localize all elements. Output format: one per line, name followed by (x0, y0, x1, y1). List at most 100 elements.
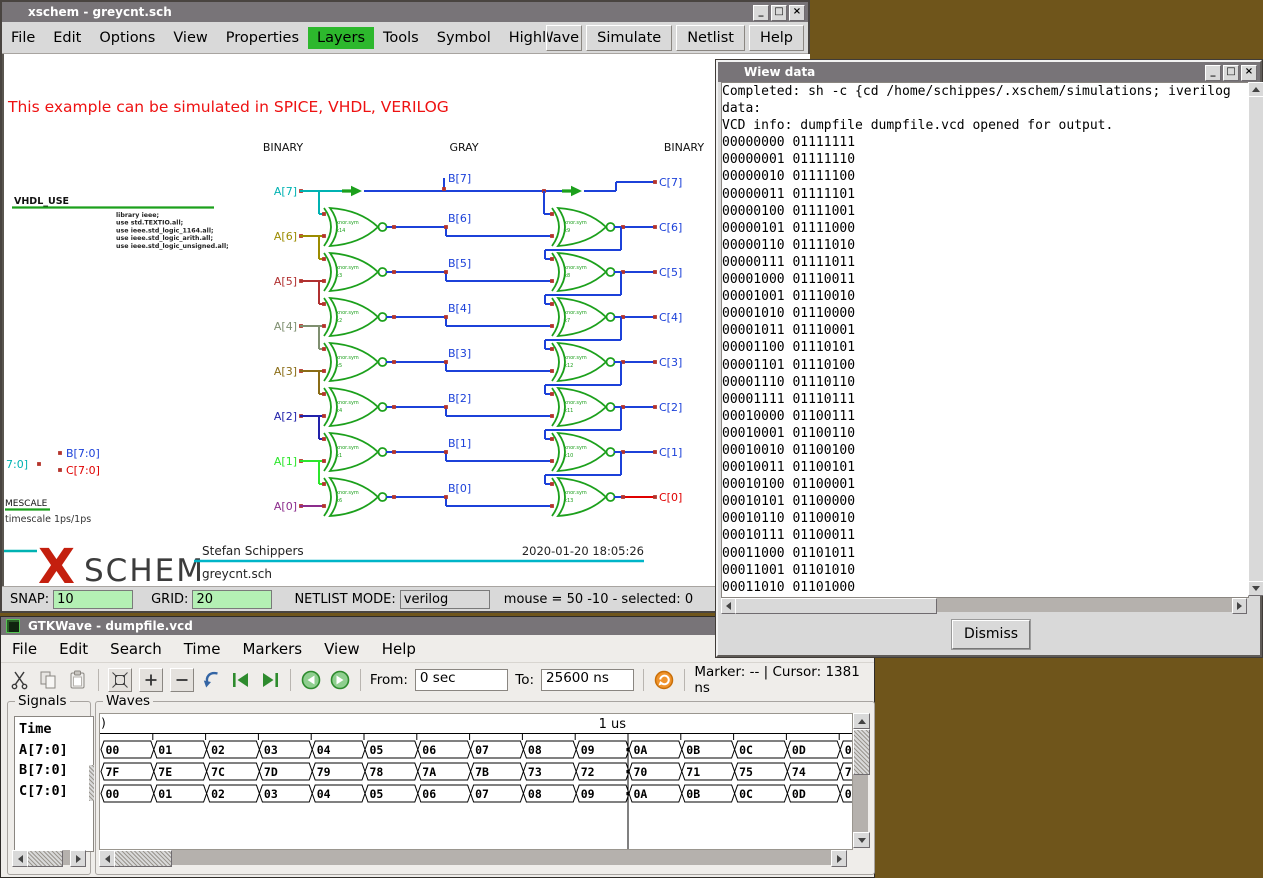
menu-item-symbol[interactable]: Symbol (428, 27, 500, 49)
wave-canvas[interactable]: )1 us000102030405060708090A0B0C0D0E7F7E7… (99, 713, 853, 850)
toolbar-separator (360, 669, 361, 691)
svg-text:x5: x5 (336, 363, 342, 369)
zoom-fit-icon[interactable] (108, 668, 132, 692)
signals-hscroll-thumb[interactable] (27, 850, 63, 867)
dismiss-button[interactable]: Dismiss (952, 620, 1030, 649)
menu-item-properties[interactable]: Properties (217, 27, 308, 49)
xnor-gate-x4[interactable]: xnor.symx4 (324, 388, 387, 426)
wave-row-B70[interactable]: 7F7E7C7D79787A7B73727071757476 (101, 763, 852, 780)
svg-text:xnor.sym: xnor.sym (336, 400, 359, 406)
xnor-gate-x8[interactable]: xnor.symx8 (552, 253, 615, 291)
paste-icon[interactable] (67, 669, 89, 691)
menu-item-edit[interactable]: Edit (44, 27, 90, 49)
xnor-gate-x5[interactable]: xnor.symx5 (324, 343, 387, 381)
forward-icon[interactable] (329, 669, 351, 691)
waves-plot[interactable]: )1 us000102030405060708090A0B0C0D0E7F7E7… (100, 714, 852, 849)
svg-text:C[6]: C[6] (659, 221, 682, 234)
minimize-button[interactable]: _ (753, 5, 769, 21)
menu-item-layers[interactable]: Layers (308, 27, 374, 49)
xnor-gate-x12[interactable]: xnor.symx12 (552, 343, 615, 381)
xschem-canvas[interactable]: This example can be simulated in SPICE, … (2, 54, 810, 587)
netlist-mode-input[interactable]: verilog (400, 590, 490, 609)
menu-item-help[interactable]: Help (371, 638, 427, 660)
input-net-a-4[interactable]: A[4] (274, 320, 326, 351)
waves-vscrollbar[interactable] (853, 713, 868, 848)
svg-text:05: 05 (370, 743, 384, 757)
prev-transition-icon[interactable] (230, 669, 252, 691)
close-button[interactable]: × (1241, 65, 1257, 81)
menu-item-file[interactable]: File (1, 638, 48, 660)
svg-text:library ieee;: library ieee; (116, 212, 159, 219)
xschem-schematic[interactable]: This example can be simulated in SPICE, … (4, 54, 810, 587)
menu-item-time[interactable]: Time (173, 638, 232, 660)
netlist-button[interactable]: Netlist (676, 25, 745, 51)
xnor-gate-x7[interactable]: xnor.symx7 (552, 298, 615, 336)
wave-button[interactable]: Wave (546, 25, 582, 51)
svg-text:00: 00 (106, 743, 120, 757)
menu-item-tools[interactable]: Tools (374, 27, 428, 49)
maximize-button[interactable]: □ (771, 5, 787, 21)
input-net-a-1[interactable]: A[1] (274, 455, 326, 486)
waves-vscroll-thumb[interactable] (853, 729, 870, 775)
copy-icon[interactable] (38, 669, 60, 691)
input-net-a-0[interactable]: A[0] (274, 500, 326, 513)
next-transition-icon[interactable] (259, 669, 281, 691)
simulate-button[interactable]: Simulate (586, 25, 672, 51)
xnor-gate-x3[interactable]: xnor.symx3 (324, 253, 387, 291)
xnor-gate-x9[interactable]: xnor.symx9 (552, 208, 615, 246)
to-time-input[interactable]: 25600 ns (541, 669, 634, 691)
xschem-titlebar[interactable]: xschem - greycnt.sch _ □ × (2, 2, 808, 22)
netlist-mode-label: NETLIST MODE: (294, 592, 395, 607)
wiew-titlebar[interactable]: Wiew data _ □ × (718, 62, 1260, 82)
wiew-hscroll-thumb[interactable] (735, 598, 937, 614)
xnor-gate-x10[interactable]: xnor.symx10 (552, 433, 615, 471)
minimize-button[interactable]: _ (1205, 65, 1221, 81)
back-icon[interactable] (300, 669, 322, 691)
input-net-a-2[interactable]: A[2] (274, 410, 326, 441)
menu-item-search[interactable]: Search (99, 638, 173, 660)
zoom-undo-icon[interactable] (201, 669, 223, 691)
svg-text:xnor.sym: xnor.sym (564, 355, 587, 361)
input-net-a-6[interactable]: A[6] (274, 230, 326, 261)
grid-input[interactable]: 20 (192, 590, 272, 609)
menu-item-markers[interactable]: Markers (231, 638, 313, 660)
reload-icon[interactable] (653, 669, 675, 691)
svg-text:C[2]: C[2] (659, 401, 682, 414)
xnor-gate-x14[interactable]: xnor.symx14 (324, 208, 387, 246)
svg-text:x7: x7 (564, 318, 570, 324)
menu-item-edit[interactable]: Edit (48, 638, 99, 660)
xnor-gate-x2[interactable]: xnor.symx2 (324, 298, 387, 336)
input-net-a-3[interactable]: A[3] (274, 365, 326, 396)
menu-item-file[interactable]: File (2, 27, 44, 49)
zoom-in-icon[interactable] (139, 668, 163, 692)
svg-text:09: 09 (581, 743, 595, 757)
pane-splitter[interactable] (89, 765, 94, 801)
cut-icon[interactable] (9, 669, 31, 691)
close-button[interactable]: × (789, 5, 805, 21)
simulation-log-text[interactable]: Completed: sh -c {cd /home/schippes/.xsc… (721, 82, 1249, 598)
zoom-out-icon[interactable] (170, 668, 194, 692)
menu-item-options[interactable]: Options (90, 27, 164, 49)
waves-hscroll-thumb[interactable] (114, 850, 172, 867)
waves-hscrollbar[interactable] (99, 850, 847, 865)
help-button[interactable]: Help (749, 25, 804, 51)
snap-input[interactable]: 10 (53, 590, 133, 609)
wiew-vscroll-thumb[interactable] (1248, 96, 1263, 584)
xnor-gate-x6[interactable]: xnor.symx6 (324, 478, 387, 516)
maximize-button[interactable]: □ (1223, 65, 1239, 81)
wiew-vscrollbar[interactable] (1248, 82, 1262, 596)
from-time-input[interactable]: 0 sec (415, 669, 508, 691)
wave-row-C70[interactable]: 000102030405060708090A0B0C0D0E (101, 785, 852, 802)
signals-list[interactable]: Time A[7:0] B[7:0] C[7:0] (14, 716, 94, 852)
signals-hscrollbar[interactable] (12, 850, 86, 865)
wiew-hscrollbar[interactable] (721, 598, 1247, 612)
menu-item-view[interactable]: View (313, 638, 371, 660)
xnor-gate-x11[interactable]: xnor.symx11 (552, 388, 615, 426)
xnor-gate-x13[interactable]: xnor.symx13 (552, 478, 615, 516)
xnor-gate-x1[interactable]: xnor.symx1 (324, 433, 387, 471)
menu-item-view[interactable]: View (164, 27, 216, 49)
svg-text:BINARY: BINARY (664, 141, 704, 154)
svg-text:A[3]: A[3] (274, 365, 297, 378)
input-net-a-5[interactable]: A[5] (274, 275, 326, 306)
wave-row-A70[interactable]: 000102030405060708090A0B0C0D0E (101, 741, 852, 758)
